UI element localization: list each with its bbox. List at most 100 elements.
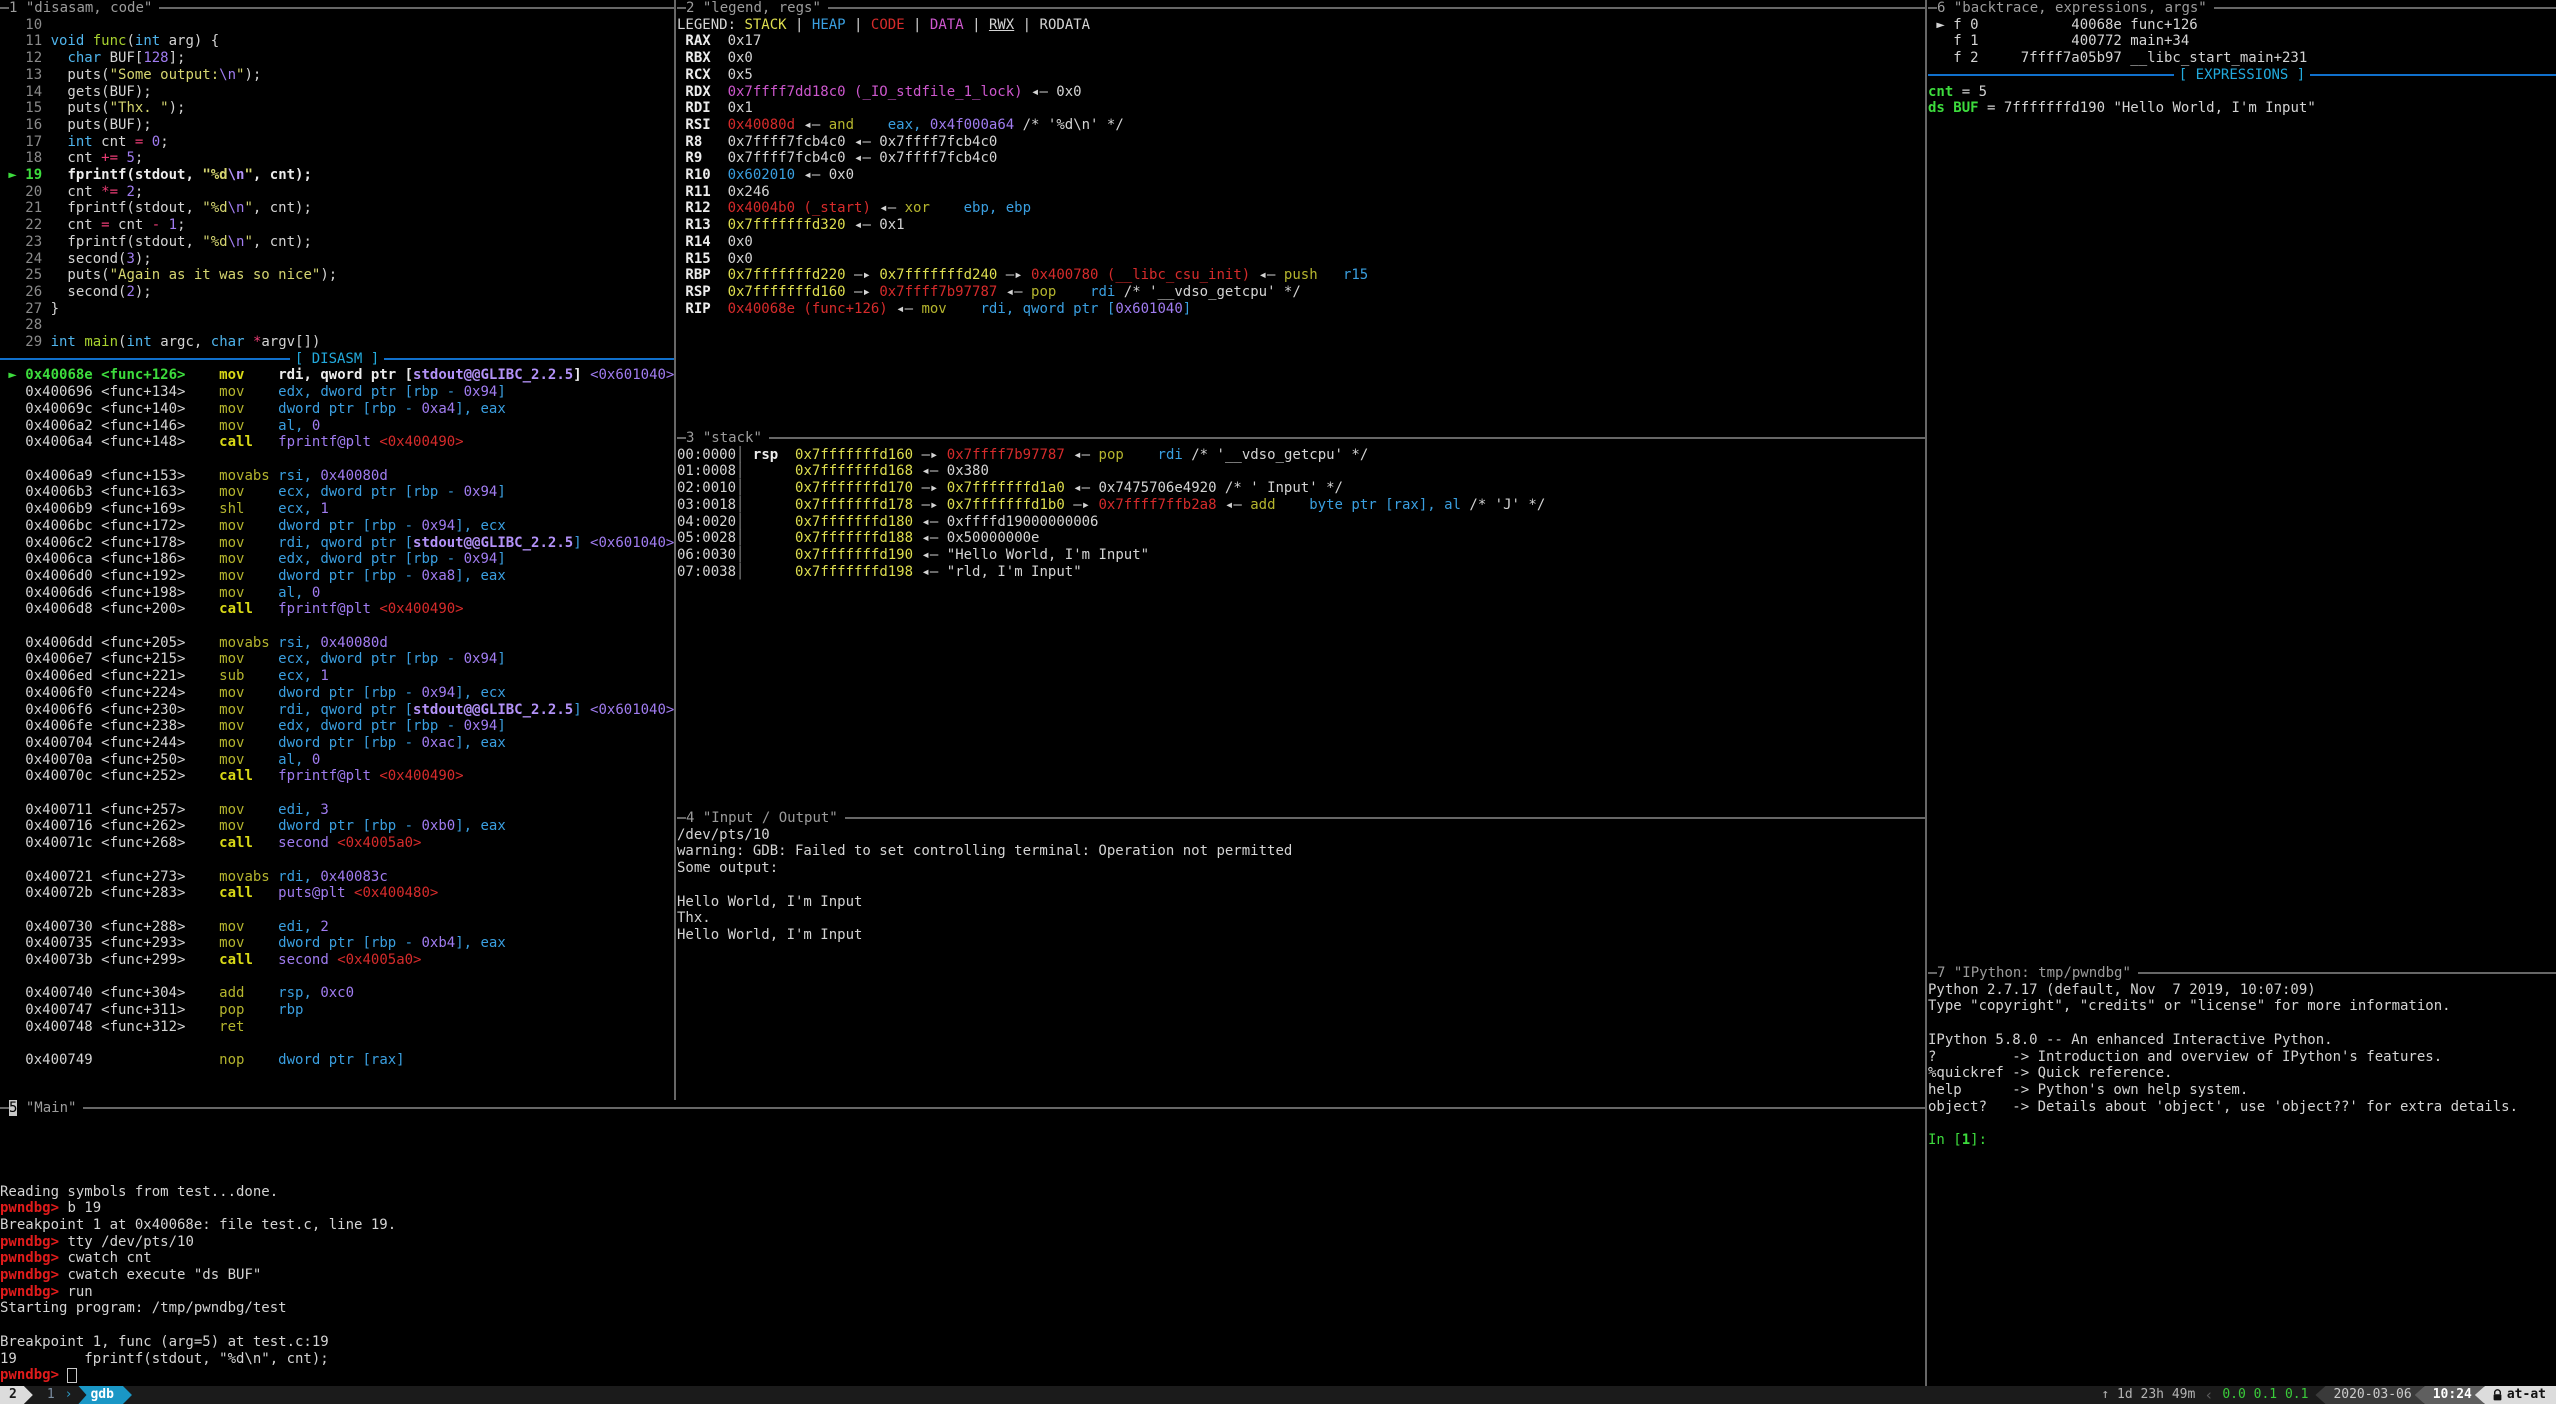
terminal-line: 0x4006bc <func+172> mov dword ptr [rbp -… <box>0 518 674 535</box>
border-line <box>677 817 1925 819</box>
ipython-listing[interactable]: Python 2.7.17 (default, Nov 7 2019, 10:0… <box>1928 982 2556 1149</box>
terminal-line <box>677 877 1925 894</box>
terminal-line: Thx. <box>677 910 1925 927</box>
terminal-line <box>0 1150 1925 1167</box>
terminal-line: 0x4006e7 <func+215> mov ecx, dword ptr [… <box>0 651 674 668</box>
terminal-line: 0x40073b <func+299> call second <0x4005a… <box>0 952 674 969</box>
source-listing: 10 11 void func(int arg) { 12 char BUF[1… <box>0 17 674 351</box>
terminal-line: 03:0018│ 0x7fffffffd178 —▸ 0x7fffffffd1b… <box>677 497 1925 514</box>
disasm-section-label: [ DISASM ] <box>290 351 384 368</box>
terminal-line: 0x400747 <func+311> pop rbp <box>0 1002 674 1019</box>
terminal-line: 0x4006ed <func+221> sub ecx, 1 <box>0 668 674 685</box>
terminal-line: 04:0020│ 0x7fffffffd180 ◂— 0xffffd190000… <box>677 514 1925 531</box>
terminal-line: 12 char BUF[128]; <box>0 50 674 67</box>
terminal-line: 0x400730 <func+288> mov edi, 2 <box>0 919 674 936</box>
pane-title: "backtrace, expressions, args" <box>1954 0 2207 16</box>
separator-line <box>0 358 290 360</box>
expressions-listing: cnt = 5ds BUF = 7fffffffd190 "Hello Worl… <box>1928 84 2556 117</box>
terminal-line: Starting program: /tmp/pwndbg/test <box>0 1300 1925 1317</box>
terminal-line: ► 19 fprintf(stdout, "%d\n", cnt); <box>0 167 674 184</box>
pane-label: 7 "IPython: tmp/pwndbg" <box>1937 965 2138 981</box>
session-badge[interactable]: 2 <box>0 1386 33 1404</box>
terminal-line: 23 fprintf(stdout, "%d\n", cnt); <box>0 234 674 251</box>
gdb-console-listing[interactable]: Reading symbols from test...done.pwndbg>… <box>0 1117 1925 1384</box>
terminal-line: 0x4006ca <func+186> mov edx, dword ptr [… <box>0 551 674 568</box>
terminal-line: ► f 0 40068e func+126 <box>1928 17 2556 34</box>
pane-number: 3 <box>686 430 694 446</box>
pane-label: 4 "Input / Output" <box>686 810 845 826</box>
terminal-line: 0x40072b <func+283> call puts@plt <0x400… <box>0 885 674 902</box>
window-tab-gdb[interactable]: gdb <box>78 1386 131 1404</box>
pane-number: 4 <box>686 810 694 826</box>
status-bar-right: ↑ 1d 23h 49m ‹ 0.0 0.1 0.1 2020-03-06 10… <box>2094 1386 2556 1404</box>
terminal-line: 26 second(2); <box>0 284 674 301</box>
pane-title: "Main" <box>26 1100 77 1116</box>
terminal-line: 10 <box>0 17 674 34</box>
pane-divider-vertical-left[interactable] <box>674 0 676 1100</box>
terminal-line: R9 0x7ffff7fcb4c0 ◂— 0x7ffff7fcb4c0 <box>677 150 1925 167</box>
terminal-line: 28 <box>0 317 674 334</box>
terminal-line: 13 puts("Some output:\n"); <box>0 67 674 84</box>
terminal-line <box>0 1117 1925 1134</box>
terminal-line: RSP 0x7fffffffd160 —▸ 0x7ffff7b97787 ◂— … <box>677 284 1925 301</box>
pane-backtrace-expressions: 6 "backtrace, expressions, args" ► f 0 4… <box>1928 0 2556 965</box>
terminal-line <box>0 969 674 986</box>
pane-title: "legend, regs" <box>703 0 821 16</box>
terminal-line: 0x4006a2 <func+146> mov al, 0 <box>0 418 674 435</box>
pane-input-output: 4 "Input / Output" /dev/pts/10warning: G… <box>677 810 1925 1100</box>
pane-stack: 3 "stack" 00:0000│ rsp 0x7fffffffd160 —▸… <box>677 430 1925 810</box>
status-date: 2020-03-06 <box>2315 1386 2423 1404</box>
pane-label: 6 "backtrace, expressions, args" <box>1937 0 2214 16</box>
registers-listing: LEGEND: STACK | HEAP | CODE | DATA | RWX… <box>677 17 1925 318</box>
terminal-line <box>0 1167 1925 1184</box>
terminal-line: 0x400716 <func+262> mov dword ptr [rbp -… <box>0 818 674 835</box>
terminal-line: R8 0x7ffff7fcb4c0 ◂— 0x7ffff7fcb4c0 <box>677 134 1925 151</box>
terminal-line: cnt = 5 <box>1928 84 2556 101</box>
load-average: 0.0 0.1 0.1 <box>2215 1386 2315 1404</box>
pane-label: 5 "Main" <box>9 1100 83 1116</box>
terminal-line <box>1928 1115 2556 1132</box>
uptime-indicator: ↑ 1d 23h 49m <box>2094 1386 2202 1404</box>
terminal-line: 11 void func(int arg) { <box>0 33 674 50</box>
terminal-line: 0x4006b9 <func+169> shl ecx, 1 <box>0 501 674 518</box>
terminal-line: 0x4006b3 <func+163> mov ecx, dword ptr [… <box>0 484 674 501</box>
terminal-line: 01:0008│ 0x7fffffffd168 ◂— 0x380 <box>677 463 1925 480</box>
terminal-line: 0x400749 nop dword ptr [rax] <box>0 1052 674 1069</box>
terminal-line: Some output: <box>677 860 1925 877</box>
pane-divider-vertical-right[interactable] <box>1925 0 1927 1386</box>
window-number[interactable]: 1 <box>33 1386 63 1404</box>
terminal-line: Hello World, I'm Input <box>677 927 1925 944</box>
lock-icon <box>2493 1389 2502 1401</box>
pane-border-backtrace: 6 "backtrace, expressions, args" <box>1928 0 2556 17</box>
terminal-line: R11 0x246 <box>677 184 1925 201</box>
terminal-line: 24 second(3); <box>0 251 674 268</box>
pane-ipython[interactable]: 7 "IPython: tmp/pwndbg" Python 2.7.17 (d… <box>1928 965 2556 1386</box>
terminal-line: 0x400704 <func+244> mov dword ptr [rbp -… <box>0 735 674 752</box>
terminal-line: Type "copyright", "credits" or "license"… <box>1928 998 2556 1015</box>
separator-line <box>1928 74 2174 76</box>
terminal-line: 19 fprintf(stdout, "%d\n", cnt); <box>0 1351 1925 1368</box>
terminal-line: 0x40071c <func+268> call second <0x4005a… <box>0 835 674 852</box>
terminal-line: pwndbg> tty /dev/pts/10 <box>0 1234 1925 1251</box>
status-time: 10:24 <box>2415 1386 2484 1404</box>
terminal-line: f 1 400772 main+34 <box>1928 33 2556 50</box>
terminal-line: R12 0x4004b0 (_start) ◂— xor ebp, ebp <box>677 200 1925 217</box>
pane-title: "IPython: tmp/pwndbg" <box>1954 965 2131 981</box>
terminal-line: R15 0x0 <box>677 251 1925 268</box>
terminal-line: f 2 7ffff7a05b97 __libc_start_main+231 <box>1928 50 2556 67</box>
terminal-line: 0x40070c <func+252> call fprintf@plt <0x… <box>0 768 674 785</box>
terminal-line: 0x400748 <func+312> ret <box>0 1019 674 1036</box>
backtrace-listing: ► f 0 40068e func+126 f 1 400772 main+34… <box>1928 17 2556 67</box>
terminal-line: Hello World, I'm Input <box>677 894 1925 911</box>
pane-main-gdb[interactable]: 5 "Main" Reading symbols from test...don… <box>0 1100 1925 1386</box>
tmux-terminal-screen: 1 "disasam, code" 10 11 void func(int ar… <box>0 0 2556 1404</box>
terminal-line: 14 gets(BUF); <box>0 84 674 101</box>
terminal-line: 0x4006d0 <func+192> mov dword ptr [rbp -… <box>0 568 674 585</box>
terminal-line: 0x4006a4 <func+148> call fprintf@plt <0x… <box>0 434 674 451</box>
terminal-line: 0x400711 <func+257> mov edi, 3 <box>0 802 674 819</box>
terminal-line: 0x4006f6 <func+230> mov rdi, qword ptr [… <box>0 702 674 719</box>
pane-title: "disasam, code" <box>26 0 152 16</box>
terminal-line: 07:0038│ 0x7fffffffd198 ◂— "rld, I'm Inp… <box>677 564 1925 581</box>
pane-number: 6 <box>1937 0 1945 16</box>
terminal-line: %quickref -> Quick reference. <box>1928 1065 2556 1082</box>
